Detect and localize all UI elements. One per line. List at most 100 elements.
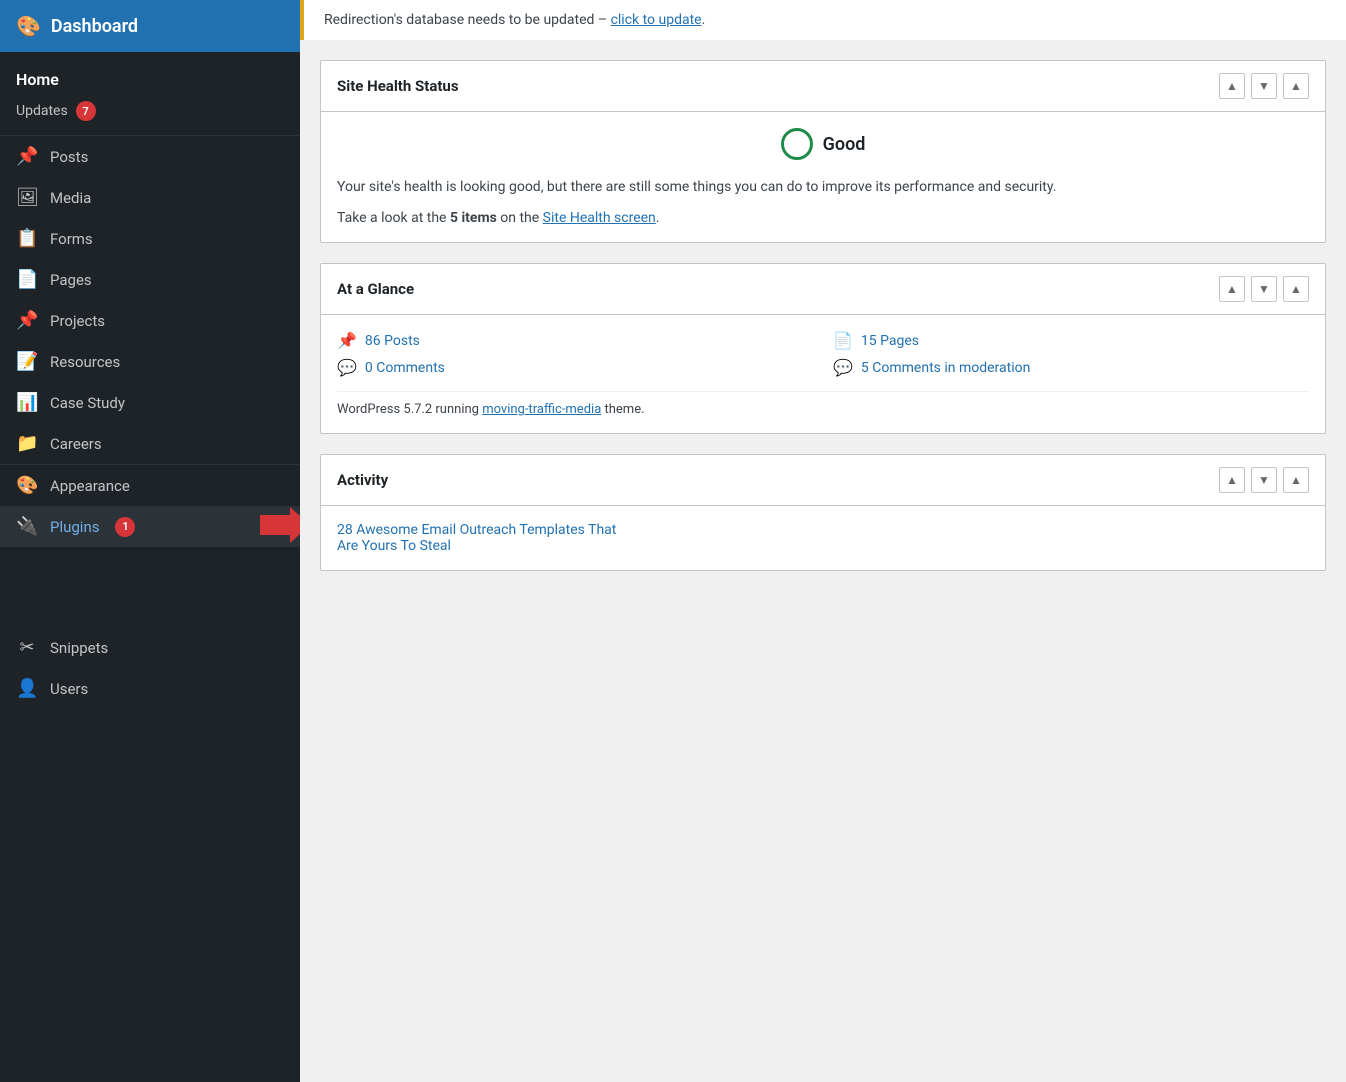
health-description: Your site's health is looking good, but … xyxy=(337,176,1309,198)
plugins-icon: 🔌 xyxy=(16,516,38,537)
site-health-widget: Site Health Status ▲ ▼ ▲ Good Your site'… xyxy=(320,60,1326,243)
sidebar-item-posts[interactable]: 📌 Posts xyxy=(0,136,300,177)
glance-comments-mod-icon: 💬 xyxy=(833,358,853,377)
glance-theme-link[interactable]: moving-traffic-media xyxy=(482,402,601,417)
glance-posts-value: 86 Posts xyxy=(365,333,420,349)
sidebar-item-pages[interactable]: 📄 Pages xyxy=(0,259,300,300)
dashboard-icon: 🎨 xyxy=(16,14,41,38)
sidebar-home-link[interactable]: Home xyxy=(0,64,300,95)
activity-header: Activity ▲ ▼ ▲ xyxy=(321,455,1325,506)
sidebar-home-section: Home Updates 7 xyxy=(0,52,300,135)
sidebar-item-plugins[interactable]: 🔌 Plugins 1 xyxy=(0,506,300,547)
sidebar-item-careers[interactable]: 📁 Careers xyxy=(0,423,300,464)
glance-widget-controls: ▲ ▼ ▲ xyxy=(1219,276,1309,302)
glance-comments-moderation[interactable]: 💬 5 Comments in moderation xyxy=(833,358,1309,377)
sidebar-appearance-label: Appearance xyxy=(50,477,130,495)
at-a-glance-widget: At a Glance ▲ ▼ ▲ 📌 86 Posts 📄 15 Pages xyxy=(320,263,1326,434)
sidebar-plugins-label: Plugins xyxy=(50,518,99,536)
glance-pages[interactable]: 📄 15 Pages xyxy=(833,331,1309,350)
glance-collapse-down-btn[interactable]: ▼ xyxy=(1251,276,1277,302)
sidebar-item-appearance[interactable]: 🎨 Appearance xyxy=(0,465,300,506)
notice-bar: Redirection's database needs to be updat… xyxy=(300,0,1346,40)
sidebar-item-forms[interactable]: 📋 Forms xyxy=(0,218,300,259)
sidebar-updates-label: Updates xyxy=(16,103,68,119)
glance-pages-value: 15 Pages xyxy=(861,333,919,349)
sidebar-item-media[interactable]: 🖼 Media xyxy=(0,177,300,218)
posts-icon: 📌 xyxy=(16,146,38,167)
main-content: Redirection's database needs to be updat… xyxy=(300,0,1346,1082)
snippets-icon: ✂ xyxy=(16,637,38,658)
casestudy-icon: 📊 xyxy=(16,392,38,413)
sidebar-snippets-label: Snippets xyxy=(50,639,108,657)
glance-stats-grid: 📌 86 Posts 📄 15 Pages 💬 0 Comments 💬 5 C… xyxy=(337,331,1309,377)
glance-pages-icon: 📄 xyxy=(833,331,853,350)
media-icon: 🖼 xyxy=(16,187,38,208)
sidebar-posts-label: Posts xyxy=(50,148,88,166)
sidebar: 🎨 Dashboard Home Updates 7 📌 Posts 🖼 Med… xyxy=(0,0,300,1082)
glance-posts[interactable]: 📌 86 Posts xyxy=(337,331,813,350)
glance-posts-icon: 📌 xyxy=(337,331,357,350)
widget-collapse-down-btn[interactable]: ▼ xyxy=(1251,73,1277,99)
sidebar-header: 🎨 Dashboard xyxy=(0,0,300,52)
notice-suffix: . xyxy=(702,12,706,28)
users-icon: 👤 xyxy=(16,678,38,699)
site-health-title: Site Health Status xyxy=(337,77,1219,95)
glance-collapse-up-btn[interactable]: ▲ xyxy=(1219,276,1245,302)
activity-recent-post-cont[interactable]: Are Yours To Steal xyxy=(337,538,1309,554)
sidebar-updates-link[interactable]: Updates 7 xyxy=(0,95,300,131)
sidebar-item-resources[interactable]: 📝 Resources xyxy=(0,341,300,382)
updates-badge: 7 xyxy=(76,101,96,121)
site-health-body: Good Your site's health is looking good,… xyxy=(321,112,1325,242)
health-circle-icon xyxy=(781,128,813,160)
notice-text: Redirection's database needs to be updat… xyxy=(324,12,611,28)
activity-title: Activity xyxy=(337,471,1219,489)
sidebar-item-snippets[interactable]: ✂ Snippets xyxy=(0,627,300,668)
at-a-glance-title: At a Glance xyxy=(337,280,1219,298)
health-items-count: 5 items xyxy=(450,210,497,226)
resources-icon: 📝 xyxy=(16,351,38,372)
activity-collapse-up-btn[interactable]: ▲ xyxy=(1219,467,1245,493)
activity-collapse-down-btn[interactable]: ▼ xyxy=(1251,467,1277,493)
sidebar-item-projects[interactable]: 📌 Projects xyxy=(0,300,300,341)
activity-widget-controls: ▲ ▼ ▲ xyxy=(1219,467,1309,493)
careers-icon: 📁 xyxy=(16,433,38,454)
glance-footer: WordPress 5.7.2 running moving-traffic-m… xyxy=(337,391,1309,417)
sidebar-careers-label: Careers xyxy=(50,435,102,453)
sidebar-dashboard-title[interactable]: Dashboard xyxy=(51,16,138,37)
activity-recent-post[interactable]: 28 Awesome Email Outreach Templates That xyxy=(337,522,1309,538)
sidebar-resources-label: Resources xyxy=(50,353,120,371)
plugins-badge: 1 xyxy=(115,517,135,537)
health-items-middle: on the xyxy=(497,210,543,226)
sidebar-projects-label: Projects xyxy=(50,312,105,330)
activity-expand-btn[interactable]: ▲ xyxy=(1283,467,1309,493)
notice-link[interactable]: click to update xyxy=(611,12,702,28)
glance-comments-mod-value: 5 Comments in moderation xyxy=(861,360,1030,376)
widget-collapse-up-btn[interactable]: ▲ xyxy=(1219,73,1245,99)
glance-footer-prefix: WordPress 5.7.2 running xyxy=(337,402,482,417)
widget-controls: ▲ ▼ ▲ xyxy=(1219,73,1309,99)
projects-icon: 📌 xyxy=(16,310,38,331)
sidebar-forms-label: Forms xyxy=(50,230,93,248)
at-a-glance-body: 📌 86 Posts 📄 15 Pages 💬 0 Comments 💬 5 C… xyxy=(321,315,1325,433)
at-a-glance-header: At a Glance ▲ ▼ ▲ xyxy=(321,264,1325,315)
widget-expand-btn[interactable]: ▲ xyxy=(1283,73,1309,99)
activity-widget: Activity ▲ ▼ ▲ 28 Awesome Email Outreach… xyxy=(320,454,1326,571)
site-health-header: Site Health Status ▲ ▼ ▲ xyxy=(321,61,1325,112)
forms-icon: 📋 xyxy=(16,228,38,249)
sidebar-item-users[interactable]: 👤 Users xyxy=(0,668,300,709)
sidebar-media-label: Media xyxy=(50,189,91,207)
glance-comments-icon: 💬 xyxy=(337,358,357,377)
sidebar-pages-label: Pages xyxy=(50,271,92,289)
health-status-label: Good xyxy=(823,134,866,155)
health-items-prefix: Take a look at the xyxy=(337,210,450,226)
site-health-screen-link[interactable]: Site Health screen xyxy=(543,210,656,226)
activity-body: 28 Awesome Email Outreach Templates That… xyxy=(321,506,1325,570)
glance-expand-btn[interactable]: ▲ xyxy=(1283,276,1309,302)
sidebar-users-label: Users xyxy=(50,680,88,698)
sidebar-casestudy-label: Case Study xyxy=(50,394,125,412)
health-items-text: Take a look at the 5 items on the Site H… xyxy=(337,210,1309,226)
glance-comments-value: 0 Comments xyxy=(365,360,445,376)
glance-comments[interactable]: 💬 0 Comments xyxy=(337,358,813,377)
health-status: Good xyxy=(337,128,1309,160)
sidebar-item-casestudy[interactable]: 📊 Case Study xyxy=(0,382,300,423)
